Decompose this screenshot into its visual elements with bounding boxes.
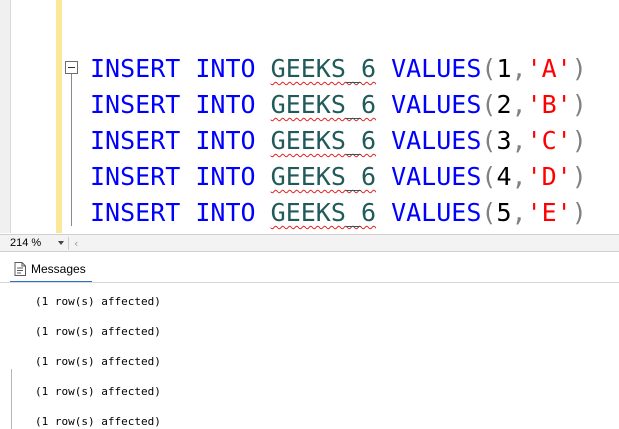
comma: , [511, 126, 527, 155]
value-number: 2 [496, 90, 512, 119]
open-paren: ( [481, 90, 497, 119]
fold-guide-line [71, 74, 72, 226]
value-number: 1 [496, 54, 512, 83]
divider [0, 282, 619, 283]
value-string: 'A' [526, 54, 572, 83]
value-number: 4 [496, 162, 512, 191]
editor-margin [0, 0, 11, 233]
message-line: (1 row(s) affected) [35, 355, 161, 368]
close-paren: ) [571, 90, 587, 119]
code-line[interactable]: INSERT INTO GEEKS_6 VALUES(4,'D') [90, 159, 587, 195]
keyword-insert: INSERT [90, 90, 181, 119]
keyword-values: VALUES [391, 126, 482, 155]
message-line: (1 row(s) affected) [35, 415, 161, 428]
comma: , [511, 198, 527, 227]
close-paren: ) [571, 162, 587, 191]
open-paren: ( [481, 198, 497, 227]
open-paren: ( [481, 162, 497, 191]
keyword-into: INTO [195, 54, 256, 83]
keyword-insert: INSERT [90, 198, 181, 227]
table-name: GEEKS_6 [270, 90, 377, 119]
tab-messages[interactable]: Messages [10, 257, 92, 283]
keyword-into: INTO [195, 162, 256, 191]
table-name: GEEKS_6 [270, 54, 377, 83]
message-line: (1 row(s) affected) [35, 325, 161, 338]
message-line: (1 row(s) affected) [35, 385, 161, 398]
close-paren: ) [571, 54, 587, 83]
code-line[interactable]: INSERT INTO GEEKS_6 VALUES(3,'C') [90, 123, 587, 159]
value-string: 'D' [526, 162, 572, 191]
table-name: GEEKS_6 [270, 126, 377, 155]
table-name: GEEKS_6 [270, 162, 377, 191]
keyword-into: INTO [195, 126, 256, 155]
value-string: 'C' [526, 126, 572, 155]
zoom-level[interactable]: 214 % [10, 236, 41, 251]
comma: , [511, 90, 527, 119]
open-paren: ( [481, 126, 497, 155]
keyword-insert: INSERT [90, 162, 181, 191]
results-pane: Messages (1 row(s) affected) (1 row(s) a… [0, 252, 619, 429]
keyword-insert: INSERT [90, 126, 181, 155]
value-number: 5 [496, 198, 512, 227]
keyword-values: VALUES [391, 54, 482, 83]
keyword-into: INTO [195, 90, 256, 119]
comma: , [511, 54, 527, 83]
value-number: 3 [496, 126, 512, 155]
open-paren: ( [481, 54, 497, 83]
collapse-icon[interactable] [65, 61, 78, 74]
keyword-insert: INSERT [90, 54, 181, 83]
keyword-values: VALUES [391, 90, 482, 119]
keyword-values: VALUES [391, 162, 482, 191]
results-guide-line [11, 369, 12, 429]
value-string: 'E' [526, 198, 572, 227]
tab-label: Messages [31, 262, 86, 276]
close-paren: ) [571, 126, 587, 155]
change-tracking-bar [56, 0, 62, 233]
query-editor[interactable]: INSERT INTO GEEKS_6 VALUES(1,'A') INSERT… [0, 0, 619, 233]
close-paren: ) [571, 198, 587, 227]
value-string: 'B' [526, 90, 572, 119]
code-line[interactable]: INSERT INTO GEEKS_6 VALUES(2,'B') [90, 87, 587, 123]
zoom-bar: 214 % ‹ [0, 234, 619, 252]
keyword-into: INTO [195, 198, 256, 227]
keyword-values: VALUES [391, 198, 482, 227]
chevron-left-icon[interactable]: ‹ [74, 236, 78, 251]
table-name: GEEKS_6 [270, 198, 377, 227]
comma: , [511, 162, 527, 191]
code-line[interactable]: INSERT INTO GEEKS_6 VALUES(5,'E') [90, 195, 587, 231]
code-line[interactable]: INSERT INTO GEEKS_6 VALUES(1,'A') [90, 51, 587, 87]
divider [68, 237, 69, 250]
chevron-down-icon[interactable] [58, 241, 64, 245]
messages-icon [14, 262, 26, 276]
message-line: (1 row(s) affected) [35, 295, 161, 308]
